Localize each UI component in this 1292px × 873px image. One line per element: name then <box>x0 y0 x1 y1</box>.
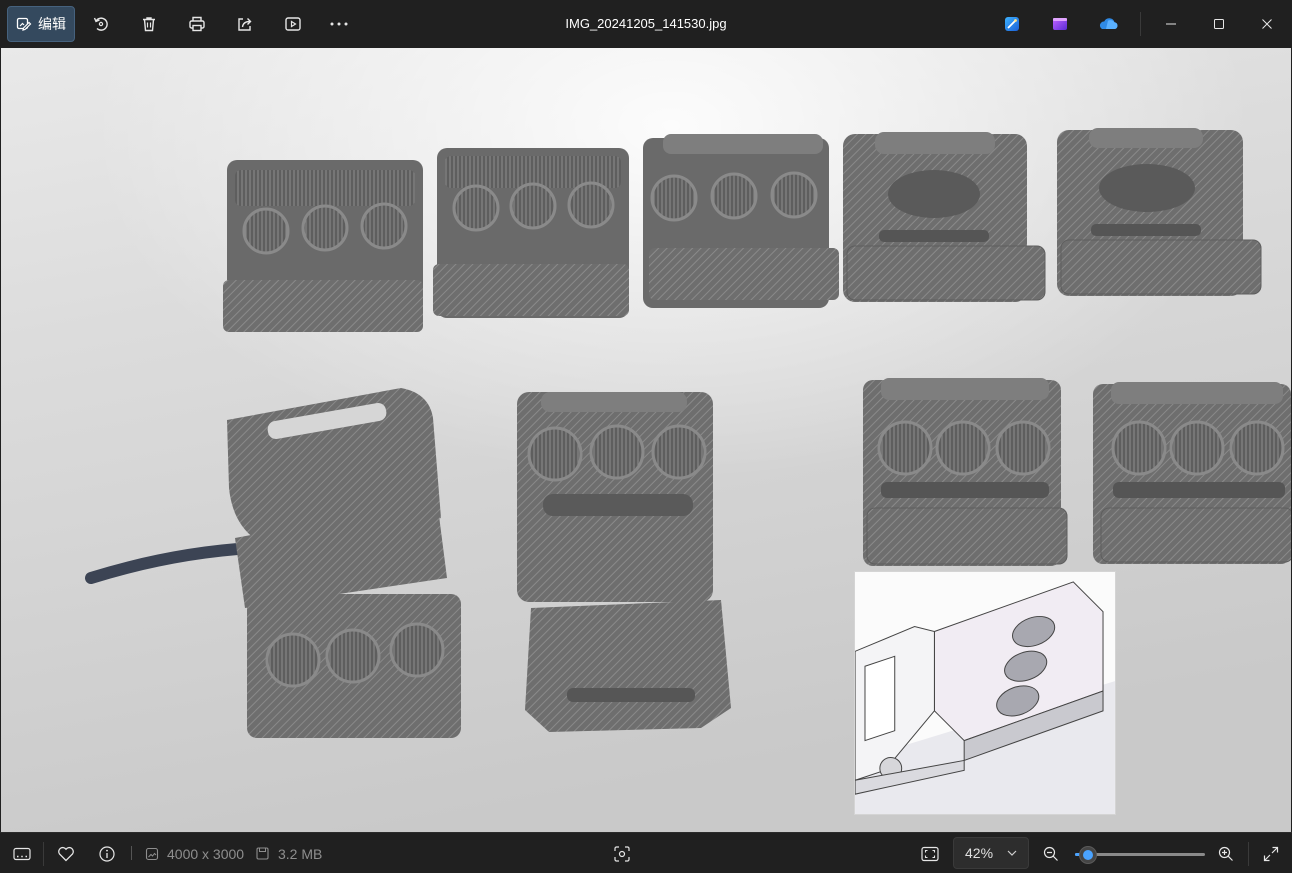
zoom-slider-thumb[interactable] <box>1079 846 1097 864</box>
visual-search-button[interactable] <box>606 833 638 873</box>
part-top-5 <box>1057 128 1262 296</box>
fit-window-icon <box>921 846 939 861</box>
part-top-4 <box>843 132 1046 302</box>
print-button[interactable] <box>179 6 215 42</box>
minimize-icon <box>1166 23 1176 25</box>
edit-image-icon <box>16 17 32 31</box>
part-bottom-buckle-middle <box>517 392 731 732</box>
heart-icon <box>58 846 74 861</box>
image-size-icon <box>145 847 159 860</box>
file-name-title: IMG_20241205_141530.jpg <box>565 16 727 31</box>
statusbar-divider <box>1248 842 1249 866</box>
zoom-level-dropdown[interactable]: 42% <box>953 837 1029 869</box>
share-icon <box>238 18 252 31</box>
close-icon <box>1262 19 1272 29</box>
filesize-icon-wrap <box>254 833 270 873</box>
zoom-in-icon <box>1218 846 1233 861</box>
save-disk-icon <box>255 847 269 860</box>
status-bar: 4000 x 3000 3.2 MB 42% <box>0 832 1292 873</box>
zoom-in-button[interactable] <box>1211 833 1241 873</box>
cad-render-inset <box>854 571 1116 815</box>
statusbar-divider <box>43 842 44 866</box>
dimensions-icon-wrap <box>144 833 160 873</box>
share-button[interactable] <box>227 6 263 42</box>
part-top-2 <box>433 148 629 318</box>
zoom-slider[interactable] <box>1075 846 1205 864</box>
filmstrip-button[interactable] <box>6 833 38 873</box>
favorite-button[interactable] <box>50 833 82 873</box>
part-bottom-right-2 <box>1093 382 1291 564</box>
part-top-1 <box>223 160 423 332</box>
designer-button[interactable] <box>994 6 1030 42</box>
more-button[interactable] <box>321 6 357 42</box>
titlebar-divider <box>1140 12 1141 36</box>
chevron-down-icon <box>1007 850 1017 856</box>
clipchamp-button[interactable] <box>1042 6 1078 42</box>
more-icon <box>330 22 348 26</box>
onedrive-button[interactable] <box>1090 6 1126 42</box>
minimize-button[interactable] <box>1148 0 1194 48</box>
fullscreen-button[interactable] <box>1256 833 1286 873</box>
visual-search-icon <box>614 845 630 862</box>
edit-button-label: 编辑 <box>38 16 66 32</box>
rotate-button[interactable] <box>83 6 119 42</box>
title-bar: 编辑 IMG_20241205_141530.jpg <box>0 0 1292 48</box>
filmstrip-icon <box>13 847 31 860</box>
image-dimensions: 4000 x 3000 <box>167 845 245 862</box>
print-icon <box>189 16 205 32</box>
close-button[interactable] <box>1244 0 1290 48</box>
edit-button[interactable]: 编辑 <box>7 6 75 42</box>
clipchamp-app-icon <box>1053 18 1067 30</box>
part-bottom-right-1 <box>863 378 1068 566</box>
file-size: 3.2 MB <box>278 845 323 862</box>
maximize-button[interactable] <box>1196 0 1242 48</box>
statusbar-divider <box>131 846 132 860</box>
delete-button[interactable] <box>131 6 167 42</box>
zoom-out-icon <box>1043 846 1058 861</box>
part-top-3 <box>643 134 839 308</box>
fit-to-window-button[interactable] <box>914 833 946 873</box>
onedrive-icon <box>1099 18 1118 29</box>
trash-icon <box>143 17 155 32</box>
zoom-level-value: 42% <box>965 845 994 861</box>
maximize-icon <box>1214 19 1224 29</box>
fullscreen-icon <box>1263 846 1279 861</box>
info-button[interactable] <box>91 833 123 873</box>
zoom-out-button[interactable] <box>1036 833 1066 873</box>
rotate-icon <box>93 17 108 31</box>
designer-app-icon <box>1005 17 1019 31</box>
image-viewport[interactable] <box>0 48 1292 832</box>
slideshow-button[interactable] <box>275 6 311 42</box>
info-icon <box>99 845 115 862</box>
slideshow-icon <box>285 17 301 31</box>
